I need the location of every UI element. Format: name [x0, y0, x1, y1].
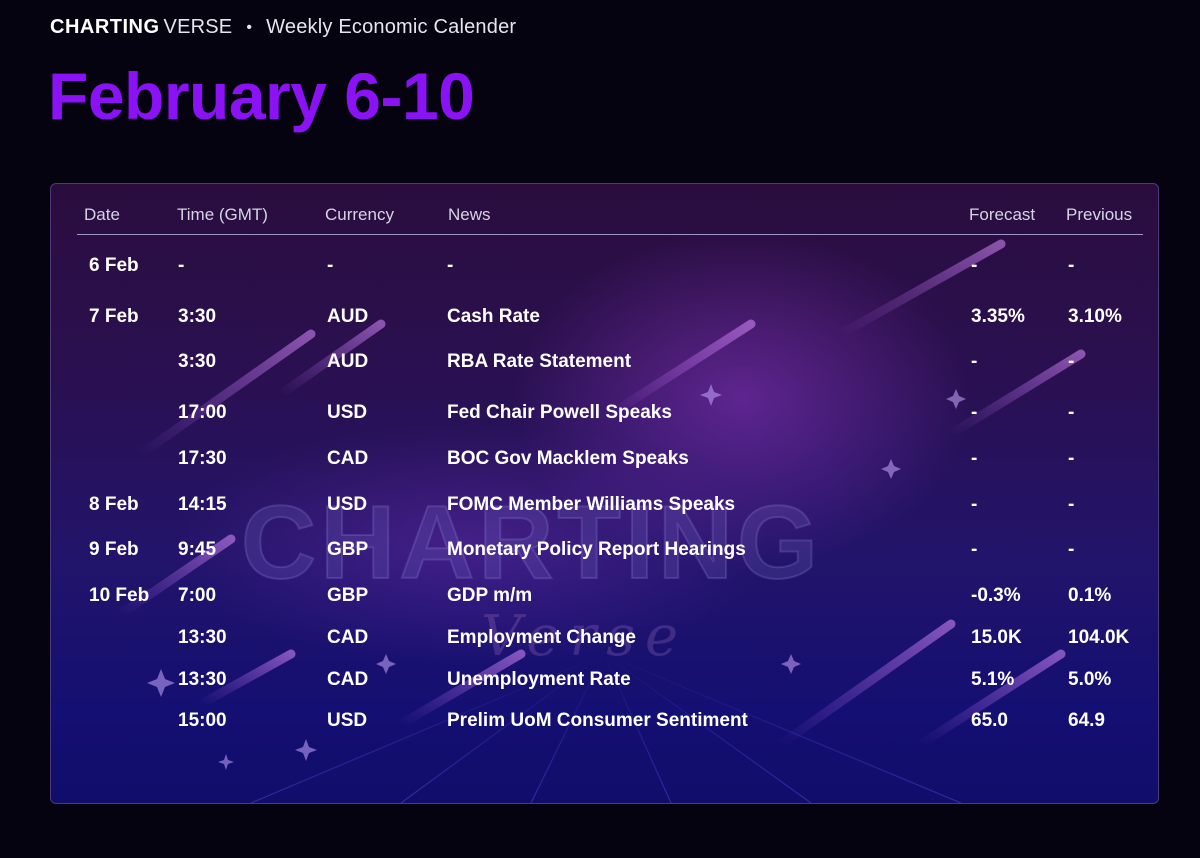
cell-news: RBA Rate Statement — [447, 351, 632, 372]
cell-date: 8 Feb — [89, 494, 139, 515]
table-row: 13:30 CAD Unemployment Rate 5.1% 5.0% — [51, 669, 1158, 699]
cell-date: 9 Feb — [89, 539, 139, 560]
cell-forecast: - — [971, 255, 978, 276]
cell-time: 15:00 — [178, 710, 227, 731]
cell-previous: 64.9 — [1068, 710, 1105, 731]
calendar-panel: CHARTING Verse Date Time (GMT) Currency … — [50, 183, 1159, 804]
cell-time: 9:45 — [178, 539, 217, 560]
cell-previous: - — [1068, 402, 1075, 423]
table-row: 7 Feb 3:30 AUD Cash Rate 3.35% 3.10% — [51, 306, 1158, 336]
cell-currency: USD — [327, 494, 368, 515]
column-header-previous: Previous — [1066, 205, 1133, 224]
table-row: 13:30 CAD Employment Change 15.0K 104.0K — [51, 627, 1158, 657]
brand-line: CHARTING VERSE • Weekly Economic Calende… — [50, 16, 516, 39]
cell-currency: GBP — [327, 539, 369, 560]
cell-forecast: - — [971, 351, 978, 372]
cell-forecast: - — [971, 494, 978, 515]
cell-previous: 104.0K — [1068, 627, 1130, 648]
cell-previous: 3.10% — [1068, 306, 1122, 327]
brand-name-light: VERSE — [163, 16, 233, 38]
brand-subtitle: Weekly Economic Calender — [266, 16, 517, 38]
cell-news: BOC Gov Macklem Speaks — [447, 448, 689, 469]
cell-news: - — [447, 255, 454, 276]
cell-previous: - — [1068, 539, 1075, 560]
brand-separator: • — [246, 18, 253, 36]
cell-currency: CAD — [327, 669, 369, 690]
cell-date: 6 Feb — [89, 255, 139, 276]
cell-currency: AUD — [327, 351, 369, 372]
brand-name-bold: CHARTING — [50, 16, 160, 38]
cell-forecast: - — [971, 448, 978, 469]
cell-news: FOMC Member Williams Speaks — [447, 494, 736, 515]
cell-forecast: - — [971, 539, 978, 560]
cell-news: Monetary Policy Report Hearings — [447, 539, 746, 560]
cell-previous: 0.1% — [1068, 585, 1112, 606]
cell-date: 7 Feb — [89, 306, 139, 327]
cell-previous: 5.0% — [1068, 669, 1112, 690]
cell-news: GDP m/m — [447, 585, 533, 606]
cell-previous: - — [1068, 494, 1075, 515]
cell-time: 14:15 — [178, 494, 227, 515]
table-row: 15:00 USD Prelim UoM Consumer Sentiment … — [51, 710, 1158, 740]
table-row: 17:00 USD Fed Chair Powell Speaks - - — [51, 402, 1158, 432]
cell-currency: GBP — [327, 585, 369, 606]
column-header-news: News — [448, 205, 491, 224]
cell-forecast: -0.3% — [971, 585, 1021, 606]
table-row: 6 Feb - - - - - — [51, 255, 1158, 285]
cell-forecast: 15.0K — [971, 627, 1022, 648]
page: CHARTING VERSE • Weekly Economic Calende… — [0, 0, 1200, 858]
table-row: 3:30 AUD RBA Rate Statement - - — [51, 351, 1158, 381]
cell-time: 3:30 — [178, 306, 217, 327]
cell-news: Fed Chair Powell Speaks — [447, 402, 672, 423]
cell-currency: USD — [327, 710, 368, 731]
column-header-time: Time (GMT) — [177, 205, 268, 224]
cell-previous: - — [1068, 351, 1075, 372]
cell-time: 3:30 — [178, 351, 217, 372]
cell-time: 17:30 — [178, 448, 227, 469]
cell-currency: AUD — [327, 306, 369, 327]
cell-news: Cash Rate — [447, 306, 540, 327]
column-header-date: Date — [84, 205, 120, 224]
cell-date: 10 Feb — [89, 585, 150, 606]
cell-forecast: 65.0 — [971, 710, 1008, 731]
cell-time: 17:00 — [178, 402, 227, 423]
cell-currency: CAD — [327, 627, 369, 648]
cell-time: 13:30 — [178, 669, 227, 690]
cell-currency: - — [327, 255, 334, 276]
cell-currency: CAD — [327, 448, 369, 469]
table-row: 10 Feb 7:00 GBP GDP m/m -0.3% 0.1% — [51, 585, 1158, 615]
header-divider — [77, 234, 1143, 235]
cell-news: Prelim UoM Consumer Sentiment — [447, 710, 748, 731]
column-header-currency: Currency — [325, 205, 394, 224]
table-row: 17:30 CAD BOC Gov Macklem Speaks - - — [51, 448, 1158, 478]
cell-forecast: - — [971, 402, 978, 423]
cell-time: 7:00 — [178, 585, 217, 606]
cell-time: - — [178, 255, 185, 276]
cell-time: 13:30 — [178, 627, 227, 648]
table-row: 9 Feb 9:45 GBP Monetary Policy Report He… — [51, 539, 1158, 569]
cell-news: Unemployment Rate — [447, 669, 631, 690]
cell-news: Employment Change — [447, 627, 636, 648]
table-header: Date Time (GMT) Currency News Forecast P… — [51, 184, 1158, 236]
cell-forecast: 3.35% — [971, 306, 1025, 327]
column-header-forecast: Forecast — [969, 205, 1036, 224]
cell-forecast: 5.1% — [971, 669, 1015, 690]
cell-previous: - — [1068, 448, 1075, 469]
cell-currency: USD — [327, 402, 368, 423]
cell-previous: - — [1068, 255, 1075, 276]
page-title: February 6-10 — [48, 59, 475, 133]
table-row: 8 Feb 14:15 USD FOMC Member Williams Spe… — [51, 494, 1158, 524]
